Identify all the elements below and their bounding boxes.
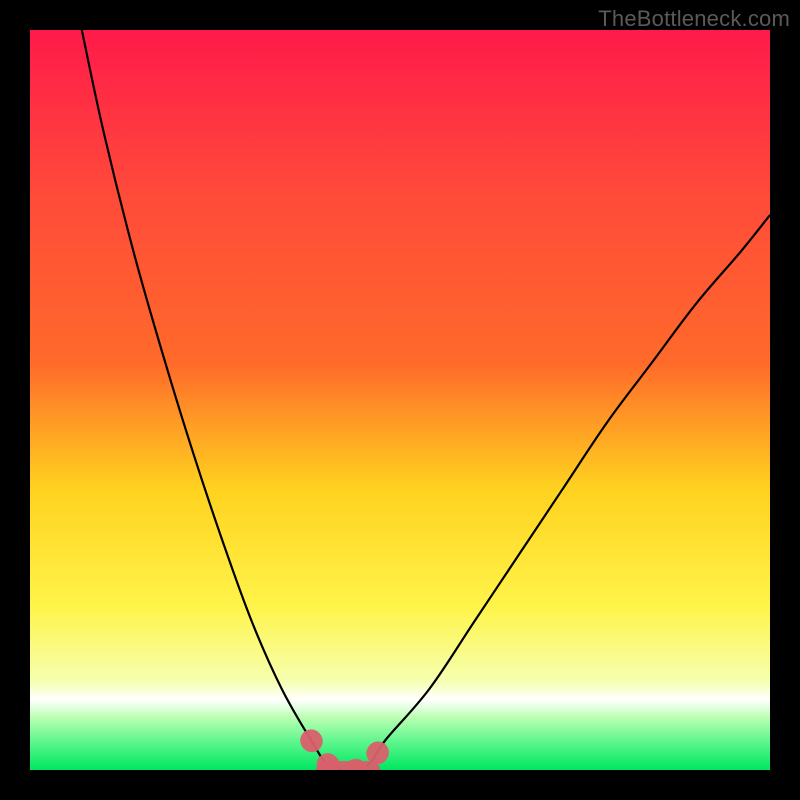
chart-svg [30, 30, 770, 770]
watermark-text: TheBottleneck.com [598, 6, 790, 32]
bottleneck-chart [30, 30, 770, 770]
gradient-background [30, 30, 770, 770]
